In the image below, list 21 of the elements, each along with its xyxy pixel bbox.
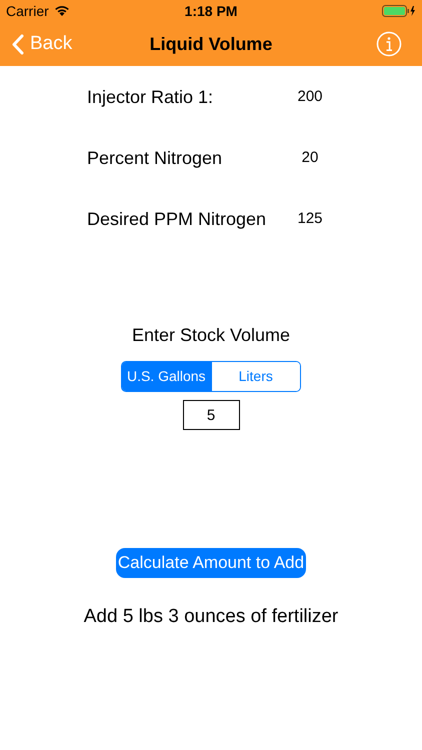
field-label: Injector Ratio 1: — [87, 86, 214, 109]
volume-input[interactable]: 5 — [182, 400, 240, 430]
result-text: Add 5 lbs 3 ounces of fertilizer — [84, 605, 338, 629]
calculate-button[interactable]: Calculate Amount to Add — [116, 548, 306, 578]
screen-title: Liquid Volume — [150, 32, 272, 56]
field-value: 125 — [296, 209, 324, 230]
field-value: 20 — [300, 148, 320, 168]
field-value: 200 — [296, 87, 324, 108]
field-label: Percent Nitrogen — [87, 147, 222, 170]
back-button[interactable]: Back — [12, 30, 72, 58]
unit-segment[interactable]: Liters — [210, 362, 300, 391]
unit-segment[interactable]: U.S. Gallons — [122, 362, 210, 391]
chevron-left-icon — [12, 34, 24, 54]
wifi-icon — [54, 5, 70, 17]
carrier-label: Carrier — [6, 2, 49, 20]
status-time: 1:18 PM — [184, 2, 238, 20]
section-heading: Enter Stock Volume — [132, 324, 290, 347]
battery-icon — [382, 5, 416, 17]
info-button[interactable] — [376, 31, 402, 57]
info-icon — [376, 31, 402, 57]
field-label: Desired PPM Nitrogen — [87, 208, 266, 231]
